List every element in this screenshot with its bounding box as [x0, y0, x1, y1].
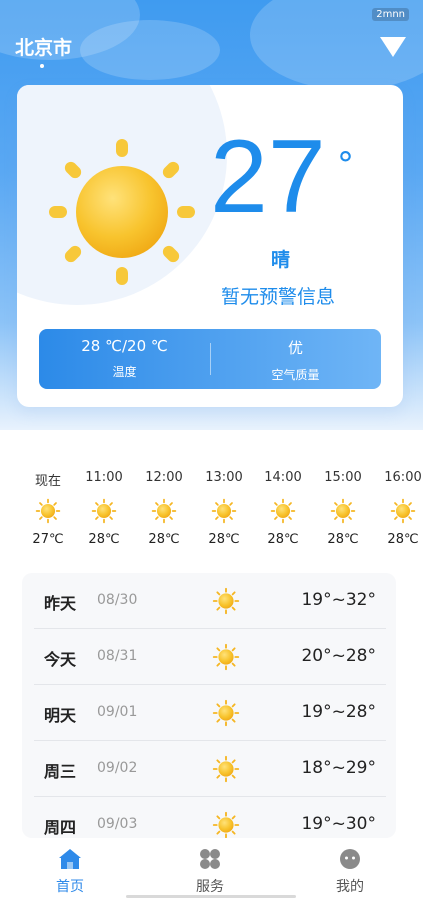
day-name: 周三 [44, 762, 77, 781]
daily-row[interactable]: 周三 09/02 18°~29° [34, 741, 386, 797]
hourly-item: 16:00 28℃ [373, 470, 423, 547]
sun-icon [212, 699, 240, 727]
day-date: 08/30 [97, 592, 138, 608]
hourly-item: 14:00 28℃ [253, 470, 313, 547]
day-name: 昨天 [44, 594, 77, 613]
bottom-tab-bar: 首页 服务 我的 [0, 838, 423, 899]
tab-profile[interactable]: 我的 [320, 848, 380, 896]
degree-symbol: ° [337, 145, 354, 185]
hourly-item: 12:00 28℃ [134, 470, 194, 547]
grid-icon [200, 849, 220, 869]
daily-forecast[interactable]: 昨天 08/30 19°~32° 今天 08/31 20°~28° 明天 09/… [22, 573, 396, 838]
hour-time: 15:00 [324, 470, 362, 485]
temperature-range-value: 28 ℃/20 ℃ [81, 337, 168, 355]
sun-icon [212, 643, 240, 671]
hour-temp: 27℃ [32, 532, 64, 547]
hour-time: 11:00 [85, 470, 123, 485]
daily-row[interactable]: 今天 08/31 20°~28° [34, 629, 386, 685]
current-temperature: 27 [210, 119, 326, 235]
hour-time: 12:00 [145, 470, 183, 485]
profile-icon [340, 849, 360, 869]
home-icon [59, 849, 81, 869]
current-weather-card: 27 ° 晴 暂无预警信息 28 ℃/20 ℃ 温度 优 空气质量 [17, 85, 403, 407]
hourly-item: 15:00 28℃ [313, 470, 373, 547]
sun-icon [330, 498, 356, 524]
day-date: 09/01 [97, 704, 138, 720]
day-name: 今天 [44, 650, 77, 669]
temperature-range-label: 温度 [112, 365, 137, 379]
weather-condition: 晴 [271, 249, 291, 271]
tab-label: 服务 [196, 879, 224, 895]
status-badge: 2mnn [372, 8, 409, 21]
sun-icon [151, 498, 177, 524]
tab-label: 首页 [56, 879, 84, 895]
hourly-forecast[interactable]: 现在 27℃ 11:00 28℃ 12:00 28℃ 13:00 28℃ 14:… [0, 470, 423, 565]
sun-icon [212, 811, 240, 838]
air-quality[interactable]: 优 空气质量 [210, 337, 381, 383]
air-quality-label: 空气质量 [271, 368, 320, 382]
temperature-range: 28 ℃/20 ℃ 温度 [39, 337, 210, 380]
sun-icon [211, 498, 237, 524]
air-quality-value: 优 [287, 339, 303, 357]
hour-temp: 28℃ [208, 532, 240, 547]
dropdown-triangle-icon[interactable] [380, 37, 406, 57]
hour-time: 现在 [34, 474, 61, 489]
sun-icon [270, 498, 296, 524]
day-temp-range: 19°~30° [301, 814, 376, 834]
daily-row[interactable]: 周四 09/03 19°~30° [34, 797, 386, 838]
sun-icon [35, 498, 61, 524]
hourly-item: 现在 27℃ [18, 470, 78, 547]
sun-icon [390, 498, 416, 524]
day-temp-range: 18°~29° [301, 758, 376, 778]
day-date: 09/02 [97, 760, 138, 776]
hour-temp: 28℃ [88, 532, 120, 547]
hour-time: 16:00 [384, 470, 422, 485]
hour-temp: 28℃ [327, 532, 359, 547]
day-name: 周四 [44, 818, 77, 837]
day-date: 08/31 [97, 648, 138, 664]
tab-home[interactable]: 首页 [40, 848, 100, 896]
daily-row[interactable]: 明天 09/01 19°~28° [34, 685, 386, 741]
hour-temp: 28℃ [148, 532, 180, 547]
day-name: 明天 [44, 706, 77, 725]
page-indicator-dot [40, 64, 44, 68]
hour-time: 14:00 [264, 470, 302, 485]
tab-services[interactable]: 服务 [180, 848, 240, 896]
tab-label: 我的 [336, 879, 364, 895]
weather-alert[interactable]: 暂无预警信息 [221, 282, 335, 309]
hour-temp: 28℃ [267, 532, 299, 547]
stats-panel: 28 ℃/20 ℃ 温度 优 空气质量 [39, 329, 381, 389]
home-indicator [126, 895, 296, 898]
day-temp-range: 19°~28° [301, 702, 376, 722]
hourly-item: 13:00 28℃ [194, 470, 254, 547]
sun-icon [49, 139, 195, 285]
day-temp-range: 20°~28° [301, 646, 376, 666]
daily-row[interactable]: 昨天 08/30 19°~32° [34, 573, 386, 629]
sun-icon [91, 498, 117, 524]
sun-icon [212, 587, 240, 615]
hourly-item: 11:00 28℃ [74, 470, 134, 547]
city-name[interactable]: 北京市 [15, 33, 72, 60]
day-temp-range: 19°~32° [301, 590, 376, 610]
day-date: 09/03 [97, 816, 138, 832]
sun-icon [212, 755, 240, 783]
hour-temp: 28℃ [387, 532, 419, 547]
hour-time: 13:00 [205, 470, 243, 485]
